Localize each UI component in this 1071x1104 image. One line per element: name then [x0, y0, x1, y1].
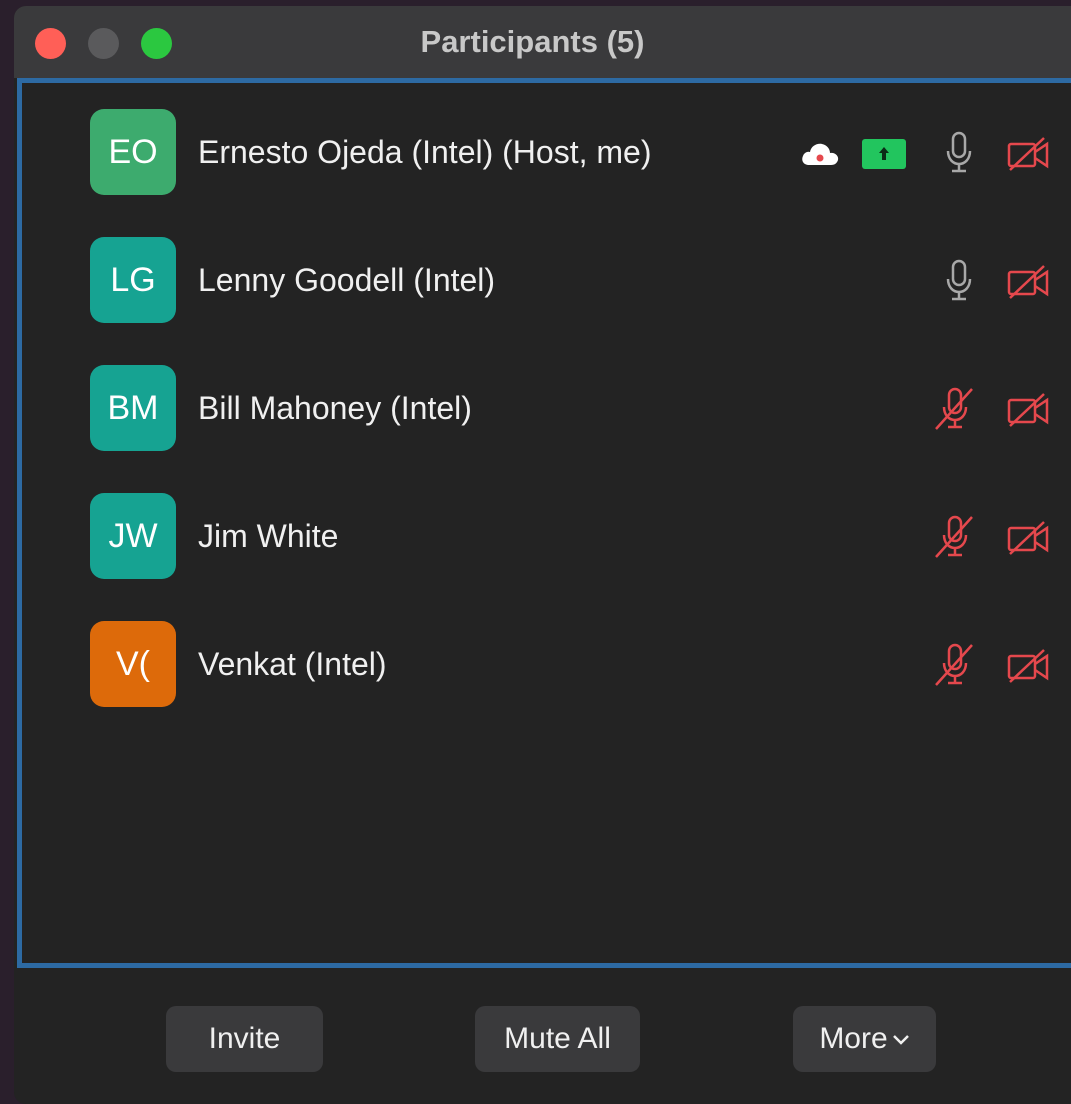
video-off-icon[interactable] [1006, 135, 1052, 173]
footer-toolbar: Invite Mute All More [14, 968, 1071, 1104]
more-button[interactable]: More [793, 1006, 936, 1072]
participant-name: Lenny Goodell (Intel) [198, 262, 496, 298]
video-off-icon[interactable] [1006, 647, 1052, 685]
participants-window: Participants (5) EO Ernesto Ojeda (Intel… [14, 6, 1071, 1104]
participant-row-lenny[interactable]: LG Lenny Goodell (Intel) [22, 211, 1071, 339]
microphone-icon[interactable] [944, 131, 974, 175]
participant-name: Jim White [198, 518, 339, 554]
title-bar[interactable]: Participants (5) [14, 6, 1071, 78]
video-off-icon[interactable] [1006, 391, 1052, 429]
avatar: LG [90, 237, 176, 323]
participant-row-jim[interactable]: JW Jim White [22, 467, 1071, 595]
cloud-recording-icon [802, 143, 839, 165]
microphone-icon[interactable] [944, 259, 974, 303]
video-off-icon[interactable] [1006, 263, 1052, 301]
participant-row-ernesto[interactable]: EO Ernesto Ojeda (Intel) (Host, me) [22, 83, 1071, 211]
participant-name: Bill Mahoney (Intel) [198, 390, 472, 426]
video-off-icon[interactable] [1006, 519, 1052, 557]
invite-button[interactable]: Invite [166, 1006, 323, 1072]
window-title: Participants (5) [420, 24, 645, 59]
chevron-down-icon [892, 1035, 909, 1045]
screen-share-icon [862, 139, 906, 169]
microphone-muted-icon[interactable] [932, 387, 978, 431]
participants-list[interactable]: EO Ernesto Ojeda (Intel) (Host, me) LG L… [17, 78, 1071, 968]
avatar: V( [90, 621, 176, 707]
avatar: EO [90, 109, 176, 195]
participant-row-bill[interactable]: BM Bill Mahoney (Intel) [22, 339, 1071, 467]
avatar: JW [90, 493, 176, 579]
participant-name: Ernesto Ojeda (Intel) (Host, me) [198, 134, 652, 170]
microphone-muted-icon[interactable] [932, 643, 978, 687]
more-button-label: More [819, 1022, 888, 1055]
microphone-muted-icon[interactable] [932, 515, 978, 559]
mute-all-button[interactable]: Mute All [475, 1006, 640, 1072]
avatar: BM [90, 365, 176, 451]
participant-row-venkat[interactable]: V( Venkat (Intel) [22, 595, 1071, 723]
participant-name: Venkat (Intel) [198, 646, 387, 682]
